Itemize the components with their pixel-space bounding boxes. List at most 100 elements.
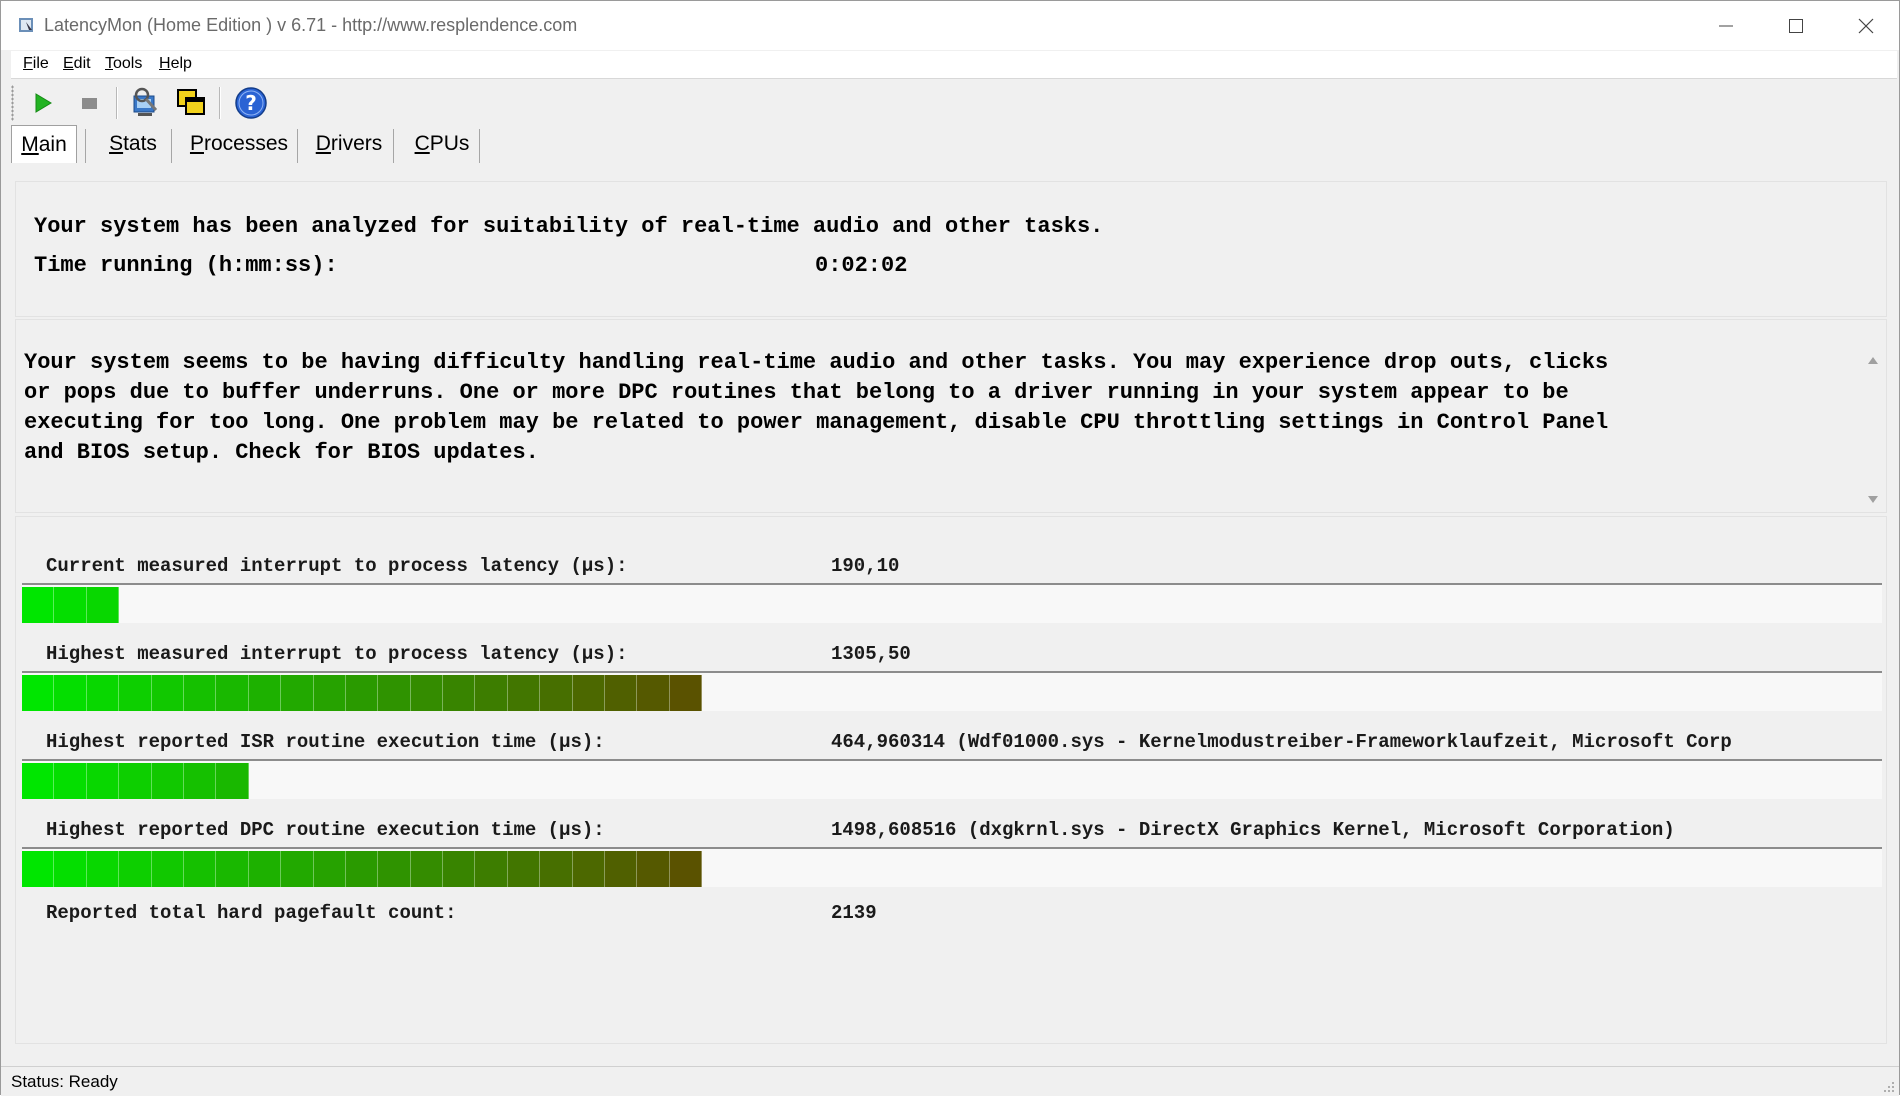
bar-segment bbox=[378, 675, 411, 711]
metrics-pane: Current measured interrupt to process la… bbox=[15, 516, 1887, 1044]
metric-label: Highest measured interrupt to process la… bbox=[46, 643, 628, 665]
latency-bar-fill bbox=[22, 851, 703, 887]
bar-segment bbox=[119, 675, 152, 711]
bar-segment bbox=[216, 763, 249, 799]
metric-label: Highest reported ISR routine execution t… bbox=[46, 731, 605, 753]
tab-main[interactable]: Main bbox=[11, 125, 77, 163]
status-text: Status: Ready bbox=[11, 1072, 118, 1091]
help-button[interactable]: ? bbox=[233, 85, 269, 121]
tab-divider bbox=[297, 129, 298, 163]
bar-segment bbox=[216, 851, 249, 887]
windows-icon bbox=[177, 89, 205, 115]
menu-help[interactable]: Help bbox=[159, 55, 192, 73]
tab-divider bbox=[171, 129, 172, 163]
bar-segment bbox=[183, 675, 217, 711]
maximize-icon bbox=[1789, 18, 1803, 33]
menu-file[interactable]: File bbox=[23, 55, 49, 73]
bar-segment bbox=[54, 763, 87, 799]
menu-edit[interactable]: Edit bbox=[63, 55, 91, 73]
bar-segment bbox=[572, 675, 606, 711]
bar-segment bbox=[86, 851, 120, 887]
stop-icon bbox=[82, 98, 97, 109]
bar-segment bbox=[507, 851, 541, 887]
bar-segment bbox=[605, 851, 638, 887]
metric-value: 1305,50 bbox=[831, 643, 911, 665]
stop-button[interactable] bbox=[71, 85, 107, 121]
bar-segment bbox=[183, 763, 217, 799]
tab-cpus[interactable]: C PUs bbox=[401, 125, 483, 163]
bar-segment bbox=[637, 675, 670, 711]
status-bar: Status: Ready bbox=[1, 1066, 1899, 1096]
menu-help-mnemonic: H bbox=[159, 55, 171, 72]
latency-bar bbox=[22, 671, 1882, 711]
bar-segment bbox=[54, 675, 87, 711]
bar-segment bbox=[248, 851, 282, 887]
time-running-label: Time running (h:mm:ss): bbox=[34, 253, 338, 278]
tab-drivers-mnemonic: D bbox=[315, 132, 331, 155]
menu-file-label: ile bbox=[32, 55, 49, 72]
bar-segment bbox=[475, 851, 508, 887]
close-button[interactable] bbox=[1831, 1, 1900, 50]
toolbar-grip[interactable] bbox=[11, 85, 14, 121]
close-icon bbox=[1858, 18, 1874, 33]
tab-stats-label: tats bbox=[123, 132, 157, 155]
tab-processes-mnemonic: P bbox=[189, 132, 204, 155]
menu-help-label: elp bbox=[170, 55, 192, 72]
bar-segment bbox=[281, 675, 314, 711]
bar-segment bbox=[22, 763, 55, 799]
menu-tools-mnemonic: T bbox=[105, 55, 113, 72]
minimize-icon bbox=[1719, 25, 1733, 26]
bar-segment bbox=[151, 675, 184, 711]
scroll-up-icon[interactable] bbox=[1866, 354, 1880, 366]
time-running-value: 0:02:02 bbox=[815, 253, 908, 278]
start-button[interactable] bbox=[25, 85, 61, 121]
latencymon-window: LatencyMon (Home Edition ) v 6.71 - http… bbox=[0, 0, 1900, 1096]
bar-segment bbox=[119, 851, 152, 887]
title-bar[interactable]: LatencyMon (Home Edition ) v 6.71 - http… bbox=[1, 1, 1899, 50]
bar-segment bbox=[151, 763, 184, 799]
bar-segment bbox=[86, 763, 120, 799]
resize-grip-icon[interactable] bbox=[1881, 1079, 1895, 1093]
latency-bar bbox=[22, 847, 1882, 887]
menu-edit-label: dit bbox=[73, 55, 91, 72]
bar-segment bbox=[22, 587, 55, 623]
tab-main-mnemonic: M bbox=[21, 132, 39, 156]
analyze-button[interactable] bbox=[127, 85, 163, 121]
tab-stats[interactable]: Stats bbox=[95, 125, 171, 163]
bar-segment bbox=[216, 675, 249, 711]
bar-segment bbox=[119, 763, 152, 799]
bar-segment bbox=[54, 851, 87, 887]
tab-drivers[interactable]: Drivers bbox=[305, 125, 393, 163]
bar-segment bbox=[443, 675, 476, 711]
tab-cpus-label: PUs bbox=[429, 132, 470, 155]
metric-label: Highest reported DPC routine execution t… bbox=[46, 819, 605, 841]
latency-bar-fill bbox=[22, 587, 120, 623]
bar-segment bbox=[345, 675, 379, 711]
tab-divider bbox=[393, 129, 394, 163]
tab-processes[interactable]: Processes bbox=[181, 125, 297, 163]
app-icon bbox=[19, 18, 33, 32]
bar-segment bbox=[637, 851, 670, 887]
windows-button[interactable] bbox=[173, 85, 209, 121]
bar-segment bbox=[605, 675, 638, 711]
scroll-down-icon[interactable] bbox=[1866, 494, 1880, 506]
toolbar-separator bbox=[219, 87, 221, 119]
tab-main-label: ain bbox=[38, 132, 67, 156]
bar-segment bbox=[313, 675, 346, 711]
latency-bar-fill bbox=[22, 675, 703, 711]
metric-value: 464,960314 (Wdf01000.sys - Kernelmodustr… bbox=[831, 731, 1732, 753]
bar-segment bbox=[54, 587, 87, 623]
metric-value: 190,10 bbox=[831, 555, 900, 577]
bar-segment bbox=[572, 851, 606, 887]
pagefault-value: 2139 bbox=[831, 902, 877, 924]
tab-divider bbox=[479, 129, 480, 163]
bar-segment bbox=[540, 851, 573, 887]
maximize-button[interactable] bbox=[1761, 1, 1831, 50]
bar-segment bbox=[281, 851, 314, 887]
advice-text: Your system seems to be having difficult… bbox=[24, 350, 1609, 465]
minimize-button[interactable] bbox=[1691, 1, 1761, 50]
menu-tools[interactable]: Tools bbox=[105, 55, 142, 73]
bar-segment bbox=[410, 851, 444, 887]
tab-stats-mnemonic: S bbox=[109, 132, 124, 155]
pagefault-label: Reported total hard pagefault count: bbox=[46, 902, 457, 924]
